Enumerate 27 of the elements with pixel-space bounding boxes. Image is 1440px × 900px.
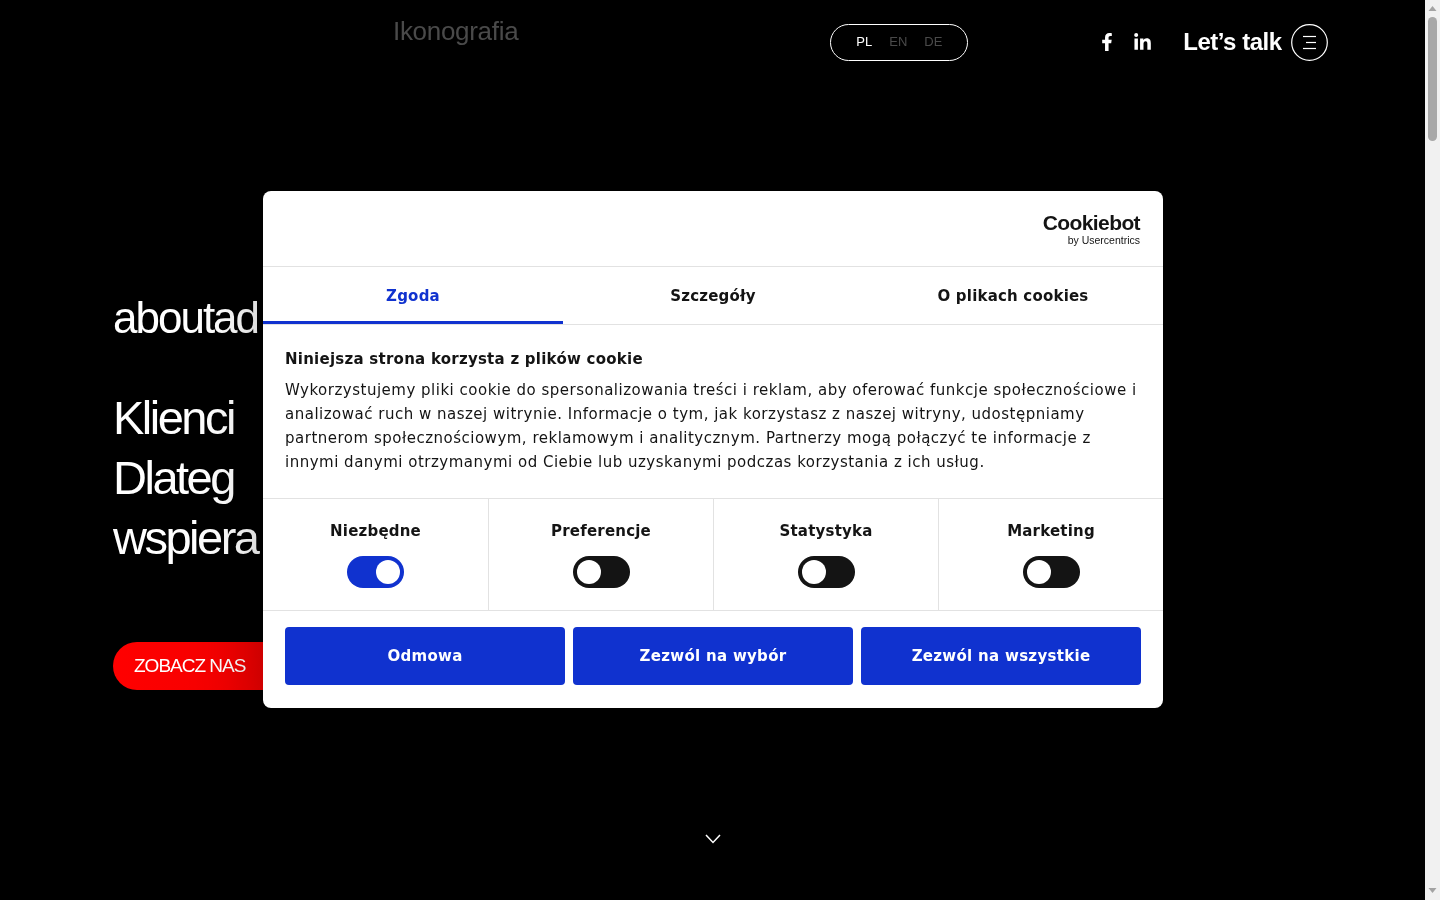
- site-logo[interactable]: aboutad: [113, 296, 259, 340]
- hero-headline: wspiera: [113, 510, 258, 566]
- consent-label: Niezbędne: [330, 521, 421, 541]
- consent-toggle[interactable]: [797, 556, 855, 588]
- consent-button[interactable]: Zezwól na wszystkie: [861, 627, 1141, 685]
- chevron-down-icon[interactable]: [704, 834, 721, 844]
- consent-button[interactable]: Zezwól na wybór: [573, 627, 853, 685]
- language-option[interactable]: PL: [856, 34, 873, 50]
- hero-headline: Klienci: [113, 390, 234, 446]
- consent-toggle[interactable]: [1022, 556, 1080, 588]
- hero-headline: Dlateg: [113, 450, 234, 506]
- consent-toggle[interactable]: [572, 556, 630, 588]
- linkedin-icon[interactable]: [1133, 32, 1153, 52]
- scrollbar[interactable]: [1425, 0, 1440, 900]
- consent-button[interactable]: Odmowa: [285, 627, 565, 685]
- consent-label: Marketing: [1007, 521, 1095, 541]
- dialog-text: Wykorzystujemy pliki cookie do spersonalizowania treści i reklam, aby oferować funkcje społecznościowe i analizować ruch w naszej witrynie. Informacje o tym, jak korzystasz z naszej witryny, udostępniamy partnerom społecznościowym, reklamowym i analitycznym. Partnerzy mogą połączyć te informacje z innymi danymi otrzymanymi od Ciebie lub uzyskanymi podczas korzystania z ich usług.: [285, 380, 1138, 473]
- menu-icon[interactable]: [1290, 23, 1328, 61]
- consent-label: Statystyka: [779, 521, 873, 541]
- brand-tagline: by Usercentrics: [1067, 234, 1140, 246]
- brand-name: Cookiebot: [1042, 212, 1140, 234]
- consent-toggle[interactable]: [347, 556, 404, 588]
- consent-label: Preferencje: [551, 521, 651, 541]
- dialog-tab[interactable]: Zgoda: [263, 267, 563, 324]
- contact-link[interactable]: Let’s talk: [1183, 28, 1282, 56]
- dialog-title: Niniejsza strona korzysta z plików cookie: [285, 349, 644, 369]
- portfolio-button[interactable]: ZOBACZ NAS: [113, 642, 263, 690]
